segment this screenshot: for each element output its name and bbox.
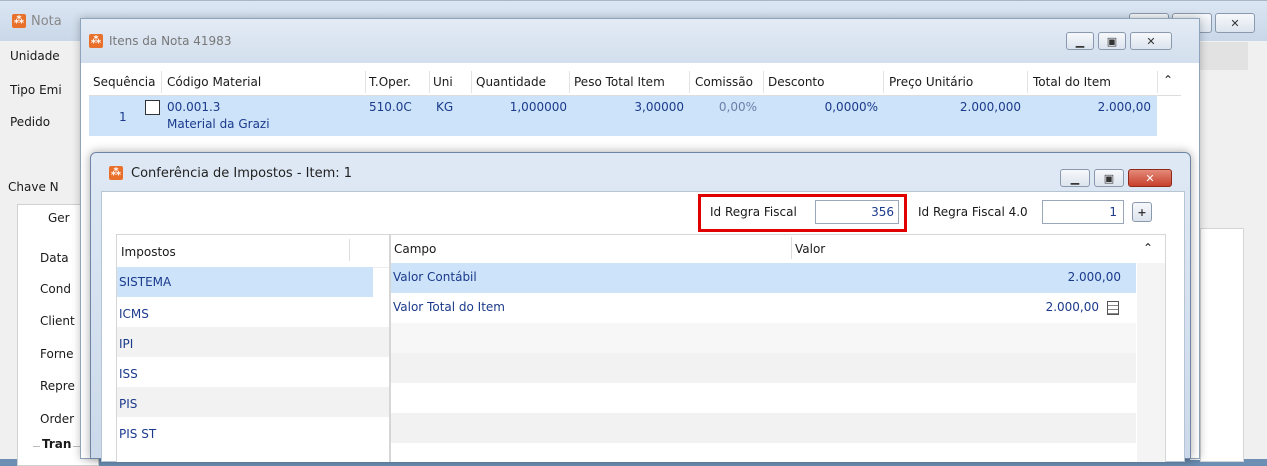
conf-maximize-button[interactable]: ▣ — [1094, 169, 1124, 187]
list-item[interactable]: SISTEMA — [117, 267, 373, 297]
itens-window-title: Itens da Nota 41983 — [109, 34, 232, 48]
conferencia-title: Conferência de Impostos - Item: 1 — [131, 165, 353, 181]
table-row[interactable]: Valor Contábil 2.000,00 — [391, 263, 1136, 293]
table-row[interactable]: 1 00.001.3 Material da Grazi 510.0C KG 1… — [89, 96, 1157, 136]
valor-valor-contabil: 2.000,00 — [1067, 270, 1121, 284]
nota-unidade-field[interactable] — [1200, 42, 1248, 70]
list-item[interactable]: ISS — [117, 357, 389, 387]
imposto-pis: PIS — [119, 397, 138, 411]
campos-header: Campo Valor ⌃ — [391, 235, 1165, 263]
id-regra-40-input[interactable]: 1 — [1042, 200, 1124, 224]
col-uni[interactable]: Uni — [433, 75, 453, 89]
list-item[interactable]: ICMS — [117, 297, 389, 327]
itens-grid-header: Sequência Código Material T.Oper. Uni Qu… — [89, 67, 1181, 96]
conferencia-client: Id Regra Fiscal 356 Id Regra Fiscal 4.0 … — [101, 191, 1185, 462]
col-total[interactable]: Total do Item — [1033, 75, 1111, 89]
col-peso[interactable]: Peso Total Item — [574, 75, 665, 89]
itens-window-titlebar: ⁂ Itens da Nota 41983 — [81, 19, 1199, 63]
conferencia-window: ⁂ Conferência de Impostos - Item: 1 ▁ ▣ … — [90, 152, 1191, 462]
app-logo-icon: ⁂ — [12, 14, 26, 28]
label-fornecedor: Forne — [40, 347, 74, 361]
label-unidade: Unidade — [10, 49, 60, 63]
col-preco[interactable]: Preço Unitário — [889, 75, 973, 89]
label-representante: Repre — [40, 379, 75, 393]
imposto-icms: ICMS — [119, 307, 149, 321]
campos-scrollbar[interactable] — [1137, 263, 1165, 462]
label-cliente: Client — [40, 314, 75, 328]
id-regra-input[interactable]: 356 — [815, 200, 899, 224]
nota-window-title: Nota — [31, 13, 62, 29]
label-pedido: Pedido — [10, 115, 51, 129]
row-preco: 2.000,000 — [959, 100, 1021, 114]
id-regra-value: 356 — [871, 205, 894, 219]
campo-valor-contabil: Valor Contábil — [393, 270, 477, 284]
id-regra-40-label: Id Regra Fiscal 4.0 — [918, 205, 1028, 219]
col-codigo-material[interactable]: Código Material — [167, 75, 261, 89]
scroll-up-icon[interactable]: ⌃ — [1143, 241, 1153, 255]
impostos-list: Impostos SISTEMA ICMS IPI ISS PIS PIS ST — [116, 234, 390, 462]
itens-maximize-button[interactable]: ▣ — [1098, 32, 1126, 50]
nota-close-button[interactable]: ✕ — [1215, 13, 1255, 33]
table-row[interactable]: Valor Total do Item 2.000,00 — [391, 293, 1136, 323]
label-data: Data — [40, 251, 69, 265]
itens-app-icon: ⁂ — [89, 34, 103, 48]
row-uni: KG — [436, 100, 454, 114]
tab-geral[interactable]: Ger — [48, 211, 70, 225]
imposto-sistema: SISTEMA — [119, 275, 172, 289]
col-quantidade[interactable]: Quantidade — [476, 75, 546, 89]
scroll-up-icon[interactable]: ⌃ — [1163, 73, 1173, 87]
itens-close-button[interactable]: ✕ — [1130, 32, 1172, 50]
impostos-header-label[interactable]: Impostos — [121, 245, 176, 259]
conferencia-app-icon: ⁂ — [109, 166, 123, 180]
itens-minimize-button[interactable]: ▁ — [1066, 32, 1094, 50]
col-comissao[interactable]: Comissão — [695, 75, 753, 89]
campos-grid: Campo Valor ⌃ Valor Contábil 2.000,00 Va… — [390, 234, 1166, 462]
imposto-ipi: IPI — [119, 337, 134, 351]
label-ordem: Order — [40, 412, 75, 426]
label-tipo-emi: Tipo Emi — [10, 83, 62, 97]
add-regra-button[interactable]: + — [1132, 202, 1152, 222]
row-toper: 510.0C — [369, 100, 412, 114]
row-total: 2.000,00 — [1097, 100, 1151, 114]
row-codigo: 00.001.3 — [167, 100, 221, 114]
group-transporte: Tran — [40, 437, 74, 451]
list-item[interactable]: PIS ST — [117, 417, 389, 447]
calculator-icon[interactable] — [1107, 301, 1119, 315]
col-sequencia[interactable]: Sequência — [93, 75, 156, 89]
col-desconto[interactable]: Desconto — [768, 75, 824, 89]
impostos-header: Impostos — [117, 235, 389, 268]
conferencia-titlebar: ⁂ Conferência de Impostos - Item: 1 — [91, 153, 1190, 193]
valor-valor-total-item: 2.000,00 — [1045, 300, 1099, 314]
row-descricao: Material da Grazi — [167, 117, 270, 131]
imposto-iss: ISS — [119, 367, 138, 381]
campo-valor-total-item: Valor Total do Item — [393, 300, 505, 314]
row-checkbox[interactable] — [145, 100, 160, 115]
row-comissao: 0,00% — [718, 100, 757, 114]
campo-header[interactable]: Campo — [394, 242, 436, 256]
id-regra-label: Id Regra Fiscal — [710, 205, 797, 219]
id-regra-40-value: 1 — [1109, 205, 1117, 219]
nota-right-panel — [1200, 228, 1244, 462]
row-seq: 1 — [119, 110, 127, 124]
col-toper[interactable]: T.Oper. — [369, 75, 411, 89]
conf-minimize-button[interactable]: ▁ — [1060, 169, 1090, 187]
label-cond: Cond — [40, 282, 71, 296]
row-quantidade: 1,000000 — [509, 100, 567, 114]
list-item[interactable]: IPI — [117, 327, 389, 357]
row-peso: 3,00000 — [634, 100, 684, 114]
conf-close-button[interactable]: ✕ — [1128, 169, 1172, 187]
label-chave: Chave N — [8, 180, 59, 194]
list-item[interactable]: PIS — [117, 387, 389, 417]
imposto-pis-st: PIS ST — [119, 427, 157, 441]
valor-header[interactable]: Valor — [795, 242, 825, 256]
row-desconto: 0,0000% — [824, 100, 878, 114]
